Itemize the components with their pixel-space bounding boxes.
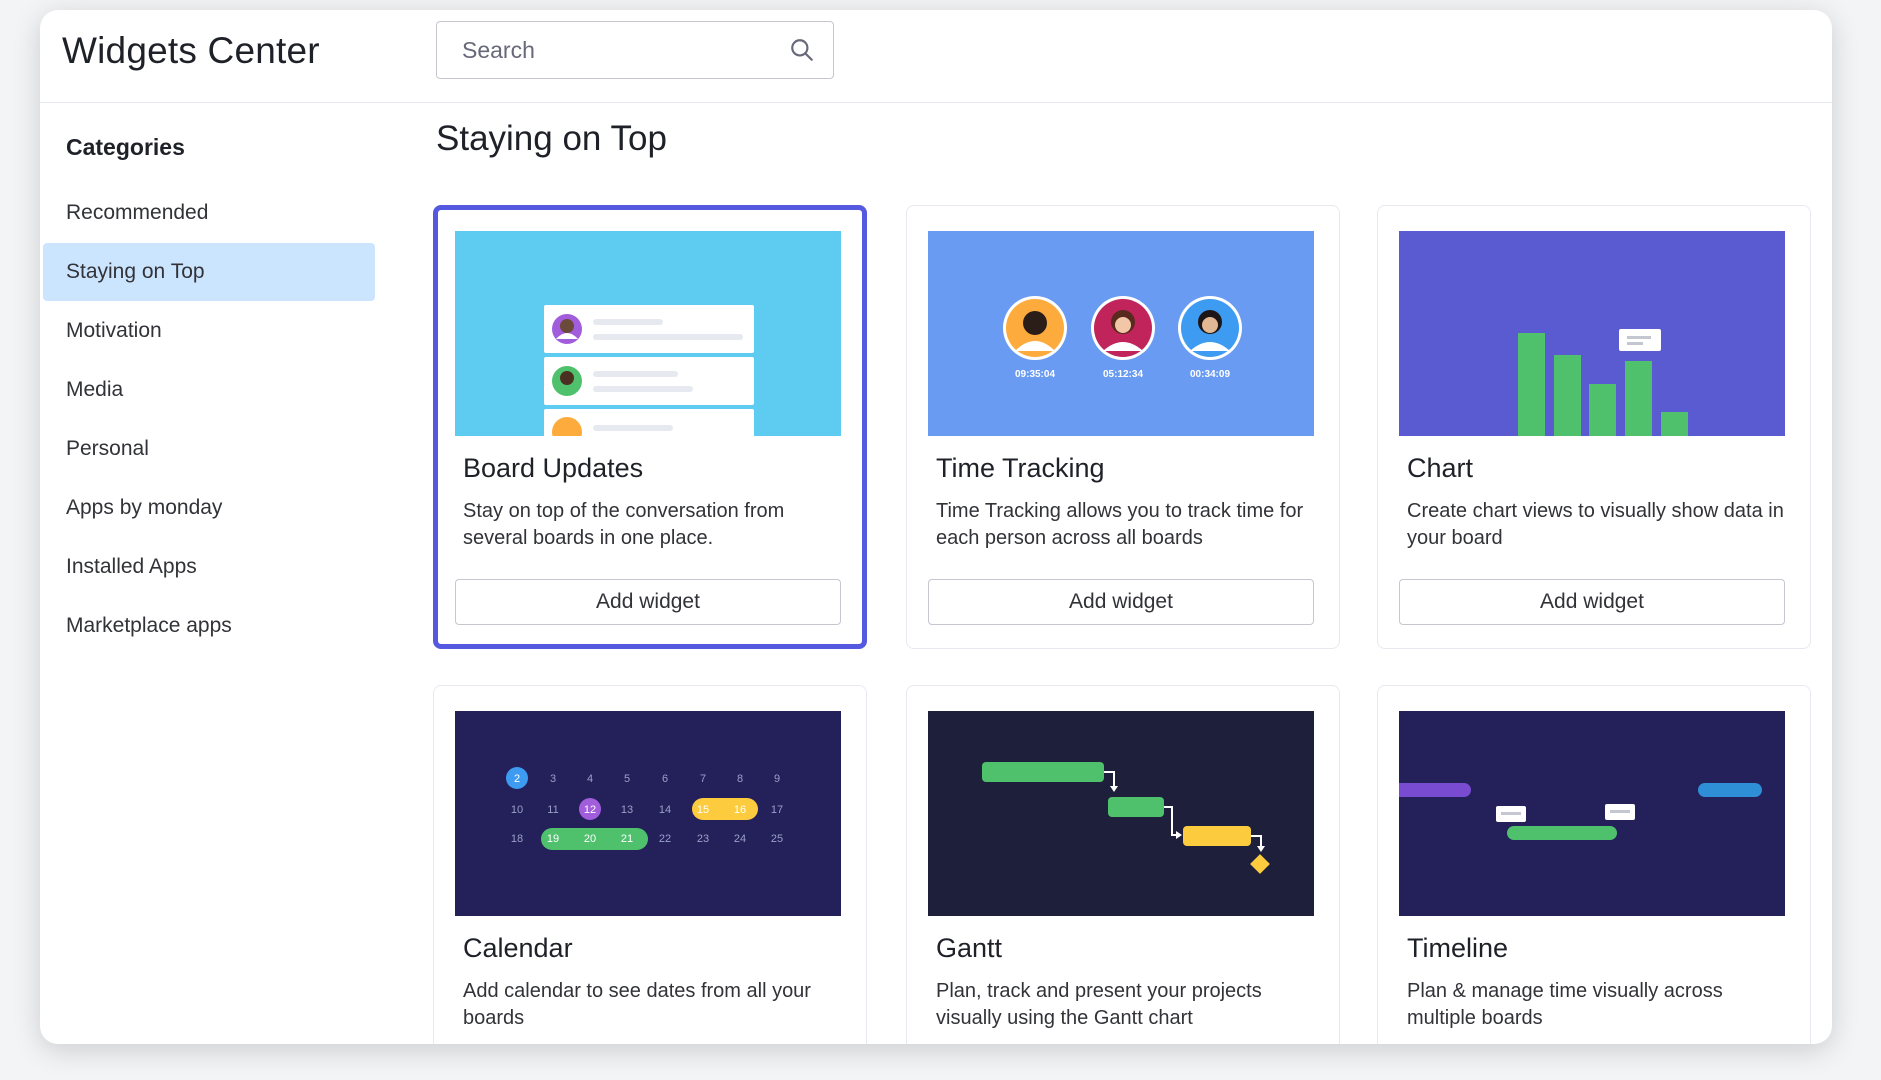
categories-list: Recommended Staying on Top Motivation Me… [43,184,375,656]
categories-sidebar: Categories Recommended Staying on Top Mo… [40,103,410,1044]
widget-name: Calendar [463,933,573,963]
calendar-day: 21 [621,833,633,845]
calendar-day: 3 [550,773,556,785]
widget-name: Gantt [936,933,1003,963]
widgets-center-window: Widgets Center Categories Recommended St… [40,10,1832,1044]
calendar-day: 5 [624,773,630,785]
add-widget-button[interactable]: Add widget [928,579,1314,625]
sidebar-item-media[interactable]: Media [43,361,375,419]
calendar-day: 15 [697,804,709,816]
categories-heading: Categories [66,134,185,160]
widget-name: Chart [1407,453,1474,483]
calendar-day: 7 [700,773,706,785]
widget-description: Plan & manage time visually across multi… [1407,980,1723,1029]
widget-name: Timeline [1407,933,1509,963]
widget-description: Stay on top of the conversation from sev… [463,500,785,549]
calendar-day: 23 [697,833,709,845]
search-icon[interactable] [789,37,815,63]
sidebar-item-apps-by-monday[interactable]: Apps by monday [43,479,375,537]
calendar-day: 19 [547,833,559,845]
widget-card-chart[interactable]: Chart Create chart views to visually sho… [1377,205,1811,649]
calendar-day: 16 [734,804,746,816]
calendar-day: 4 [587,773,593,785]
calendar-day: 12 [584,804,596,816]
calendar-day: 9 [774,773,780,785]
timer-2: 05:12:34 [1103,369,1143,380]
calendar-thumbnail: 2 3 4 5 6 7 8 9 10 11 12 13 14 15 16 17 18 19 20 21 22 23 24 25 [455,711,841,916]
top-bar: Widgets Center [40,10,1832,103]
calendar-day: 13 [621,804,633,816]
app-title: Widgets Center [62,30,320,71]
sidebar-item-staying-on-top[interactable]: Staying on Top [43,243,375,301]
search-input[interactable] [437,22,833,78]
calendar-day: 10 [511,804,523,816]
chart-thumbnail [1399,231,1785,436]
gantt-thumbnail [928,711,1314,916]
search-box[interactable] [436,21,834,79]
widget-description: Create chart views to visually show data… [1407,500,1784,549]
calendar-day: 18 [511,833,523,845]
calendar-day: 14 [659,804,671,816]
calendar-day: 20 [584,833,596,845]
widget-card-time-tracking[interactable]: 09:35:04 05:12:34 00:34:09 Time Tracking… [906,205,1340,649]
timer-1: 09:35:04 [1015,369,1055,380]
calendar-day: 22 [659,833,671,845]
add-widget-button[interactable]: Add widget [1399,579,1785,625]
widget-card-timeline[interactable]: Timeline Plan & manage time visually acr… [1377,685,1811,1044]
widget-description: Plan, track and present your projects vi… [936,980,1262,1029]
sidebar-item-marketplace-apps[interactable]: Marketplace apps [43,597,375,655]
calendar-day: 2 [514,773,520,785]
widget-description: Time Tracking allows you to track time f… [936,500,1304,549]
sidebar-item-motivation[interactable]: Motivation [43,302,375,360]
widget-description: Add calendar to see dates from all your … [463,980,811,1029]
calendar-day: 8 [737,773,743,785]
calendar-day: 17 [771,804,783,816]
calendar-day: 24 [734,833,746,845]
section-title: Staying on Top [436,119,667,158]
sidebar-item-personal[interactable]: Personal [43,420,375,478]
sidebar-item-recommended[interactable]: Recommended [43,184,375,242]
widget-card-gantt[interactable]: Gantt Plan, track and present your proje… [906,685,1340,1044]
widget-card-board-updates[interactable]: Board Updates Stay on top of the convers… [433,205,867,649]
add-widget-button[interactable]: Add widget [455,579,841,625]
time-tracking-thumbnail: 09:35:04 05:12:34 00:34:09 [928,231,1314,436]
calendar-day: 25 [771,833,783,845]
widget-name: Time Tracking [936,453,1105,483]
sidebar-item-installed-apps[interactable]: Installed Apps [43,538,375,596]
widget-card-calendar[interactable]: 2 3 4 5 6 7 8 9 10 11 12 13 14 15 16 17 18 19 20 21 22 23 24 25… [433,685,867,1044]
timeline-thumbnail [1399,711,1785,916]
calendar-day: 11 [547,804,558,816]
calendar-grid: 2 3 4 5 6 7 8 910 11 12 13 14 15 16 1718 19 20 21 22 23 24 25 [506,767,783,850]
board-updates-thumbnail [455,231,841,436]
calendar-day: 6 [662,773,668,785]
widget-name: Board Updates [463,453,644,483]
timer-3: 00:34:09 [1190,369,1230,380]
